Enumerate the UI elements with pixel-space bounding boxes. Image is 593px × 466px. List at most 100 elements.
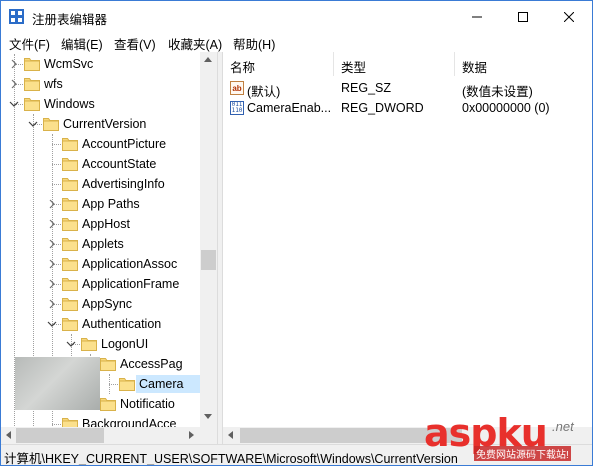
tree-node[interactable]: AccountPicture bbox=[1, 134, 200, 154]
folder-icon bbox=[62, 316, 78, 331]
folder-icon bbox=[62, 276, 78, 291]
folder-icon bbox=[62, 136, 78, 151]
chevron-down-icon[interactable] bbox=[66, 338, 76, 348]
tree-node-label: Windows bbox=[44, 97, 95, 111]
window-title: 注册表编辑器 bbox=[32, 13, 108, 27]
value-type: REG_SZ bbox=[341, 81, 392, 95]
tree-node[interactable]: ApplicationAssoc bbox=[1, 254, 200, 274]
overlay-thumbnail bbox=[15, 357, 100, 410]
menu-bar: 文件(F) 编辑(E) 查看(V) 收藏夹(A) 帮助(H) bbox=[1, 32, 592, 52]
scroll-right-icon[interactable] bbox=[189, 431, 194, 439]
chevron-right-icon[interactable] bbox=[47, 258, 57, 269]
minimize-button[interactable] bbox=[454, 1, 500, 32]
tree-node-label: App Paths bbox=[82, 197, 140, 211]
tree-node-label: AccountState bbox=[82, 157, 157, 171]
tree-node-label: wfs bbox=[44, 77, 63, 91]
tree-node[interactable]: AppSync bbox=[1, 294, 200, 314]
scroll-left-icon[interactable] bbox=[6, 431, 11, 439]
menu-favorites[interactable]: 收藏夹(A) bbox=[168, 34, 222, 53]
minimize-icon bbox=[472, 16, 482, 17]
tree-node[interactable]: CurrentVersion bbox=[1, 114, 200, 134]
maximize-button[interactable] bbox=[500, 1, 546, 32]
tree-connector bbox=[52, 184, 61, 185]
tree-node-label: AccessPag bbox=[120, 357, 183, 371]
watermark-logo: aspku .net 免费网站源码下载站! bbox=[424, 411, 589, 461]
folder-icon bbox=[62, 256, 78, 271]
string-value-icon: ab bbox=[230, 81, 244, 95]
tree-hscroll-thumb[interactable] bbox=[16, 428, 104, 443]
column-name-header[interactable]: 名称 bbox=[230, 57, 255, 76]
menu-file[interactable]: 文件(F) bbox=[9, 34, 50, 53]
tree-scroll-thumb[interactable] bbox=[201, 250, 216, 270]
value-data: 0x00000000 (0) bbox=[462, 101, 550, 115]
chevron-right-icon[interactable] bbox=[9, 78, 19, 89]
scroll-down-icon[interactable] bbox=[204, 414, 212, 419]
values-pane[interactable]: 名称 类型 数据 ab (默认) REG_SZ (数值未设置) 011 110 C… bbox=[222, 52, 592, 444]
tree-node[interactable]: LogonUI bbox=[1, 334, 200, 354]
menu-view[interactable]: 查看(V) bbox=[114, 34, 156, 53]
tree-horizontal-scrollbar[interactable] bbox=[1, 427, 217, 444]
folder-icon bbox=[24, 76, 40, 91]
column-data-header[interactable]: 数据 bbox=[462, 57, 487, 76]
scroll-left-icon[interactable] bbox=[228, 431, 233, 439]
tree-vertical-scrollbar[interactable] bbox=[200, 52, 217, 427]
tree-node-label: ApplicationFrame bbox=[82, 277, 180, 291]
registry-editor-window: 注册表编辑器 文件(F) 编辑(E) 查看(V) 收藏夹(A) 帮助(H) Wc… bbox=[0, 0, 593, 466]
folder-icon bbox=[100, 396, 116, 411]
chevron-right-icon[interactable] bbox=[9, 58, 19, 69]
chevron-right-icon[interactable] bbox=[47, 198, 57, 209]
dword-value-icon: 011 110 bbox=[230, 101, 244, 115]
tree-node[interactable]: Windows bbox=[1, 94, 200, 114]
tree-node-label: Authentication bbox=[82, 317, 162, 331]
value-row[interactable]: 011 110 CameraEnab... REG_DWORD 0x0000000… bbox=[223, 98, 592, 118]
folder-icon bbox=[81, 336, 97, 351]
tree-node-label: AdvertisingInfo bbox=[82, 177, 165, 191]
tree-node-label: LogonUI bbox=[101, 337, 149, 351]
column-type-header[interactable]: 类型 bbox=[341, 57, 366, 76]
tree-node[interactable]: Applets bbox=[1, 234, 200, 254]
tree-node-label: Camera bbox=[139, 377, 184, 391]
menu-help[interactable]: 帮助(H) bbox=[233, 34, 275, 53]
tree-node-label: WcmSvc bbox=[44, 57, 94, 71]
tree-node[interactable]: wfs bbox=[1, 74, 200, 94]
tree-node-label: CurrentVersion bbox=[63, 117, 147, 131]
tree-node[interactable]: AccountState bbox=[1, 154, 200, 174]
chevron-right-icon[interactable] bbox=[47, 278, 57, 289]
key-path: 计算机\HKEY_CURRENT_USER\SOFTWARE\Microsoft… bbox=[4, 452, 458, 466]
tree-node[interactable]: WcmSvc bbox=[1, 54, 200, 74]
chevron-right-icon[interactable] bbox=[47, 298, 57, 309]
column-divider[interactable] bbox=[333, 52, 334, 76]
tree-node[interactable]: ApplicationFrame bbox=[1, 274, 200, 294]
scroll-up-icon[interactable] bbox=[204, 57, 212, 62]
tree-connector bbox=[52, 424, 61, 425]
column-divider[interactable] bbox=[454, 52, 455, 76]
chevron-down-icon[interactable] bbox=[28, 118, 38, 128]
tree-node-label: AppHost bbox=[82, 217, 130, 231]
menu-edit[interactable]: 编辑(E) bbox=[61, 34, 103, 53]
chevron-right-icon[interactable] bbox=[47, 218, 57, 229]
close-button[interactable] bbox=[546, 1, 592, 32]
tree-node-label: Applets bbox=[82, 237, 124, 251]
tree-node-label: AccountPicture bbox=[82, 137, 167, 151]
value-name: CameraEnab... bbox=[247, 101, 332, 115]
folder-icon bbox=[100, 356, 116, 371]
folder-icon bbox=[62, 196, 78, 211]
value-row[interactable]: ab (默认) REG_SZ (数值未设置) bbox=[223, 78, 592, 99]
tree-node-label: AppSync bbox=[82, 297, 133, 311]
key-tree-pane[interactable]: WcmSvc wfs Windows CurrentVersion AccountPic… bbox=[1, 52, 218, 444]
tree-connector bbox=[52, 164, 61, 165]
folder-icon bbox=[62, 176, 78, 191]
chevron-down-icon[interactable] bbox=[47, 318, 57, 328]
chevron-right-icon[interactable] bbox=[47, 238, 57, 249]
folder-icon bbox=[62, 296, 78, 311]
maximize-icon bbox=[518, 11, 528, 22]
watermark-subtitle: 免费网站源码下载站! bbox=[474, 446, 571, 461]
tree-node[interactable]: AdvertisingInfo bbox=[1, 174, 200, 194]
tree-node[interactable]: AppHost bbox=[1, 214, 200, 234]
folder-icon bbox=[62, 156, 78, 171]
tree-node[interactable]: App Paths bbox=[1, 194, 200, 214]
chevron-down-icon[interactable] bbox=[9, 98, 19, 108]
tree-node[interactable]: Authentication bbox=[1, 314, 200, 334]
title-bar: 注册表编辑器 bbox=[1, 1, 592, 32]
folder-icon bbox=[24, 96, 40, 111]
